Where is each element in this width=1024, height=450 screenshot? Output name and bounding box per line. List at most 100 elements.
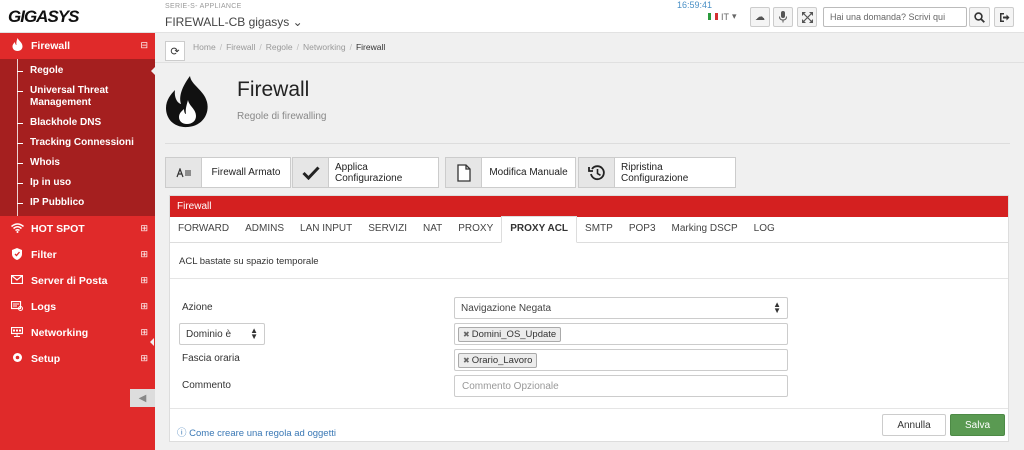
gigasys-logo[interactable]: GIGASYS — [8, 7, 79, 27]
sidebar-item-firewall[interactable]: Firewall ⊟ — [0, 33, 155, 59]
sidebar-item-mail-server[interactable]: Server di Posta ⊞ — [0, 268, 155, 294]
italy-flag-icon — [708, 13, 718, 20]
expand-icon[interactable]: ⊞ — [140, 301, 148, 312]
action-label: Applica Configurazione — [335, 161, 403, 184]
sidebar-item-label: Tracking Connessioni — [30, 137, 134, 148]
tab-proxy-acl[interactable]: PROXY ACL — [501, 216, 578, 243]
arrow-left-circle-icon: ◀ — [138, 392, 147, 404]
sidebar-item-tracking[interactable]: Tracking Connessioni — [0, 133, 155, 153]
select-arrows-icon: ▲ ▼ — [250, 326, 258, 341]
expand-icon[interactable]: ⊞ — [140, 249, 148, 260]
action-label: Modifica Manuale — [489, 167, 568, 178]
proxy-acl-panel: Firewall FORWARD ADMINS LAN INPUT SERVIZ… — [169, 195, 1009, 442]
dominio-tags-input[interactable]: ✖ Domini_OS_Update — [454, 323, 788, 345]
expand-icon[interactable]: ⊞ — [140, 327, 148, 338]
sidebar-item-logs[interactable]: Logs ⊞ — [0, 294, 155, 320]
restore-configuration-button[interactable]: Ripristina Configurazione — [578, 157, 736, 188]
azione-label: Azione — [182, 302, 213, 313]
remove-tag-icon[interactable]: ✖ — [463, 330, 470, 339]
collapse-icon[interactable]: ⊟ — [140, 40, 148, 51]
breadcrumb-home[interactable]: Home — [193, 42, 216, 52]
tab-servizi[interactable]: SERVIZI — [360, 223, 415, 242]
help-link-label: Come creare una regola ad oggetti — [189, 428, 336, 439]
search-button[interactable] — [969, 7, 990, 27]
sidebar-item-label: Blackhole DNS — [30, 117, 102, 128]
action-label: Firewall Armato — [211, 167, 281, 178]
sidebar-item-whois[interactable]: Whois — [0, 153, 155, 173]
page-title: Firewall — [237, 78, 310, 101]
language-selector[interactable]: IT ▾ — [708, 11, 737, 22]
tab-pop3[interactable]: POP3 — [621, 223, 664, 242]
sidebar-item-ip-in-uso[interactable]: Ip in uso — [0, 173, 155, 193]
dominio-select[interactable]: Dominio è ▲ ▼ — [179, 323, 265, 345]
language-label: IT — [721, 11, 729, 22]
tab-lan-input[interactable]: LAN INPUT — [292, 223, 360, 242]
sidebar-item-label: Ip in uso — [30, 177, 72, 188]
breadcrumb-firewall[interactable]: Firewall — [226, 42, 255, 52]
sidebar-item-blackhole-dns[interactable]: Blackhole DNS — [0, 113, 155, 133]
manual-edit-button[interactable]: Modifica Manuale — [445, 157, 576, 188]
tab-log[interactable]: LOG — [746, 223, 783, 242]
firewall-armed-button[interactable]: Firewall Armato — [165, 157, 291, 188]
top-bar: GIGASYS SERIE-S- APPLIANCE FIREWALL-CB g… — [0, 0, 1024, 33]
fullscreen-icon — [801, 11, 813, 23]
action-label: Ripristina Configurazione — [621, 161, 689, 184]
sidebar-collapse-button[interactable]: ◀ — [130, 389, 155, 407]
logs-icon — [10, 300, 24, 314]
cloud-icon: ☁ — [755, 11, 765, 23]
tag-label: Orario_Lavoro — [471, 355, 533, 366]
sidebar-item-setup[interactable]: Setup ⊞ — [0, 346, 155, 372]
sidebar-item-label: Setup — [31, 353, 61, 365]
sidebar-item-hotspot[interactable]: HOT SPOT ⊞ — [0, 216, 155, 242]
fullscreen-button[interactable] — [797, 7, 817, 27]
sidebar-item-filter[interactable]: Filter ⊞ — [0, 242, 155, 268]
tab-proxy[interactable]: PROXY — [450, 223, 501, 242]
appliance-series-label: SERIE-S- APPLIANCE — [165, 3, 242, 10]
sidebar-item-networking[interactable]: Networking ⊞ — [0, 320, 155, 346]
logout-button[interactable] — [994, 7, 1014, 27]
apply-configuration-button[interactable]: Applica Configurazione — [292, 157, 439, 188]
sidebar-item-utm[interactable]: Universal Threat Management — [0, 81, 155, 113]
setup-icon — [10, 352, 24, 366]
refresh-button[interactable]: ⟳ — [165, 41, 185, 61]
appliance-selector[interactable]: FIREWALL-CB gigasys ⌄ — [165, 15, 303, 29]
flame-icon — [10, 38, 24, 54]
save-button[interactable]: Salva — [950, 414, 1005, 436]
commento-input[interactable]: Commento Opzionale — [454, 375, 788, 397]
azione-select[interactable]: Navigazione Negata ▲ ▼ — [454, 297, 788, 319]
sidebar-item-ip-pubblico[interactable]: IP Pubblico — [0, 193, 155, 213]
sidebar-item-label: IP Pubblico — [30, 197, 85, 208]
sidebar-item-regole[interactable]: Regole — [0, 61, 156, 81]
history-icon — [579, 158, 615, 187]
breadcrumb-regole[interactable]: Regole — [266, 42, 293, 52]
footer-divider — [170, 408, 1008, 409]
tab-marking-dscp[interactable]: Marking DSCP — [664, 223, 746, 242]
breadcrumb-networking[interactable]: Networking — [303, 42, 346, 52]
fascia-oraria-label: Fascia oraria — [182, 353, 240, 364]
ask-question-input[interactable]: Hai una domanda? Scrivi qui — [823, 7, 967, 27]
shield-icon — [10, 247, 24, 263]
commento-label: Commento — [182, 380, 231, 391]
tab-admins[interactable]: ADMINS — [237, 223, 292, 242]
networking-pointer — [150, 338, 154, 346]
expand-icon[interactable]: ⊞ — [140, 223, 148, 234]
tab-smtp[interactable]: SMTP — [577, 223, 621, 242]
tab-forward[interactable]: FORWARD — [170, 223, 237, 242]
tab-description: ACL bastate su spazio temporale — [179, 256, 319, 267]
help-link[interactable]: ⓘ Come creare una regola ad oggetti — [177, 425, 336, 439]
sidebar: Firewall ⊟ Regole Universal Threat Manag… — [0, 33, 156, 450]
remove-tag-icon[interactable]: ✖ — [463, 356, 470, 365]
expand-icon[interactable]: ⊞ — [140, 353, 148, 364]
panel-title: Firewall — [170, 196, 1008, 217]
cancel-button[interactable]: Annulla — [882, 414, 946, 436]
microphone-button[interactable] — [773, 7, 793, 27]
firewall-tabs: FORWARD ADMINS LAN INPUT SERVIZI NAT PRO… — [170, 216, 1008, 243]
sidebar-item-label: Firewall — [31, 40, 71, 52]
azione-value: Navigazione Negata — [461, 303, 552, 314]
divider — [170, 278, 1008, 279]
cloud-button[interactable]: ☁ — [750, 7, 770, 27]
tab-nat[interactable]: NAT — [415, 223, 450, 242]
expand-icon[interactable]: ⊞ — [140, 275, 148, 286]
fascia-oraria-tags-input[interactable]: ✖ Orario_Lavoro — [454, 349, 788, 371]
sidebar-item-label: Networking — [31, 327, 89, 339]
